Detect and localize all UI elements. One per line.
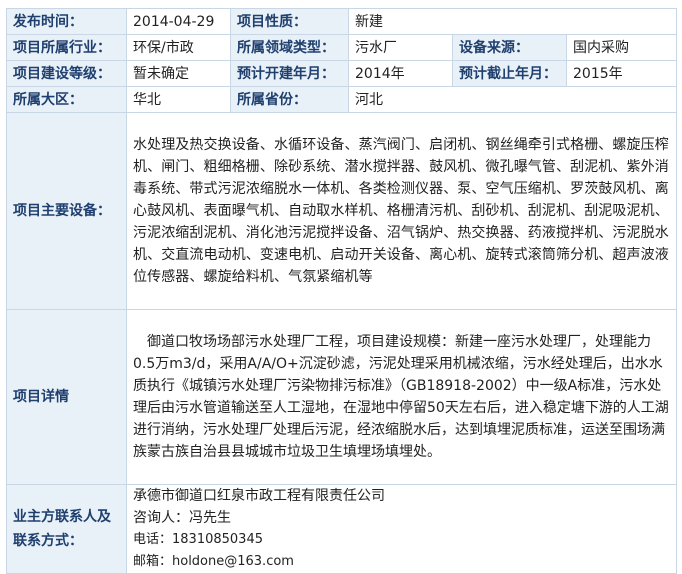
region-value: 华北 <box>126 86 231 113</box>
project-info-table: 发布时间： 2014-04-29 项目性质： 新建 项目所属行业： 环保/市政 … <box>6 8 678 574</box>
table-row: 发布时间： 2014-04-29 项目性质： 新建 <box>6 8 678 35</box>
province-value: 河北 <box>347 86 678 113</box>
industry-label: 项目所属行业： <box>6 34 127 61</box>
main-equipment-value: 水处理及热交换设备、水循环设备、蒸汽阀门、启闭机、钢丝绳牵引式格栅、螺旋压榨机、… <box>125 112 678 310</box>
details-value: 御道口牧场场部污水处理厂工程，项目建设规模：新建一座污水处理厂，处理能力0.5万… <box>125 309 678 485</box>
planned-start-value: 2014年 <box>348 60 453 87</box>
main-equipment-label: 项目主要设备： <box>6 112 127 310</box>
domain-type-value: 污水厂 <box>348 34 453 61</box>
contact-phone: 电话：18310850345 <box>133 532 263 547</box>
details-label: 项目详情 <box>6 309 127 485</box>
project-nature-value: 新建 <box>347 8 678 35</box>
table-row: 项目详情 御道口牧场场部污水处理厂工程，项目建设规模：新建一座污水处理厂，处理能… <box>6 309 678 485</box>
contact-company: 承德市御道口红泉市政工程有限责任公司 <box>133 488 385 504</box>
table-row: 项目所属行业： 环保/市政 所属领域类型： 污水厂 设备来源： 国内采购 <box>6 34 678 61</box>
contact-email: 邮箱：holdone@163.com <box>133 554 294 569</box>
table-row: 所属大区： 华北 所属省份： 河北 <box>6 86 678 113</box>
contact-block: 承德市御道口红泉市政工程有限责任公司 咨询人：冯先生 电话：1831085034… <box>125 484 678 574</box>
construction-grade-value: 暂未确定 <box>126 60 231 87</box>
planned-start-label: 预计开建年月： <box>230 60 349 87</box>
equipment-source-label: 设备来源： <box>452 34 567 61</box>
table-row: 项目主要设备： 水处理及热交换设备、水循环设备、蒸汽阀门、启闭机、钢丝绳牵引式格… <box>6 112 678 310</box>
region-label: 所属大区： <box>6 86 127 113</box>
planned-end-value: 2015年 <box>565 60 678 87</box>
contact-label: 业主方联系人及联系方式： <box>6 484 127 574</box>
industry-value: 环保/市政 <box>126 34 231 61</box>
project-info-panel: 发布时间： 2014-04-29 项目性质： 新建 项目所属行业： 环保/市政 … <box>6 8 678 574</box>
equipment-source-value: 国内采购 <box>565 34 678 61</box>
domain-type-label: 所属领域类型： <box>230 34 349 61</box>
table-row: 项目建设等级： 暂未确定 预计开建年月： 2014年 预计截止年月： 2015年 <box>6 60 678 87</box>
publish-date-label: 发布时间： <box>6 8 127 35</box>
province-label: 所属省份： <box>230 86 349 113</box>
planned-end-label: 预计截止年月： <box>452 60 567 87</box>
table-row: 业主方联系人及联系方式： 承德市御道口红泉市政工程有限责任公司 咨询人：冯先生 … <box>6 484 678 574</box>
construction-grade-label: 项目建设等级： <box>6 60 127 87</box>
contact-consultant: 咨询人：冯先生 <box>133 510 231 526</box>
project-nature-label: 项目性质： <box>230 8 349 35</box>
publish-date-value: 2014-04-29 <box>126 8 231 35</box>
